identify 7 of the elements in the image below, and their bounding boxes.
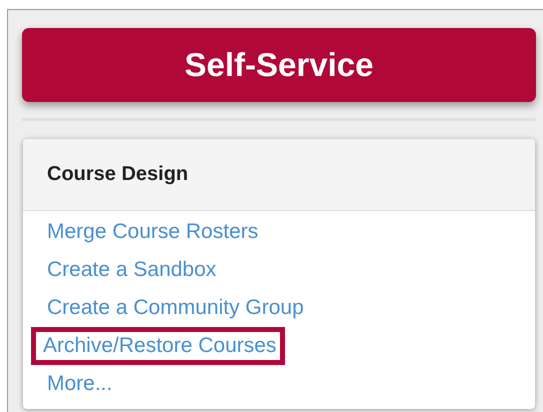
menu-link[interactable]: Archive/Restore Courses [43,334,276,358]
menu-link[interactable]: Merge Course Rosters [47,220,258,244]
menu-link[interactable]: Create a Sandbox [47,258,216,282]
menu-link[interactable]: Create a Community Group [47,296,304,320]
panel-title: Course Design [47,163,188,186]
menu-link[interactable]: More... [47,372,112,396]
self-service-button[interactable]: Self-Service [22,28,536,102]
